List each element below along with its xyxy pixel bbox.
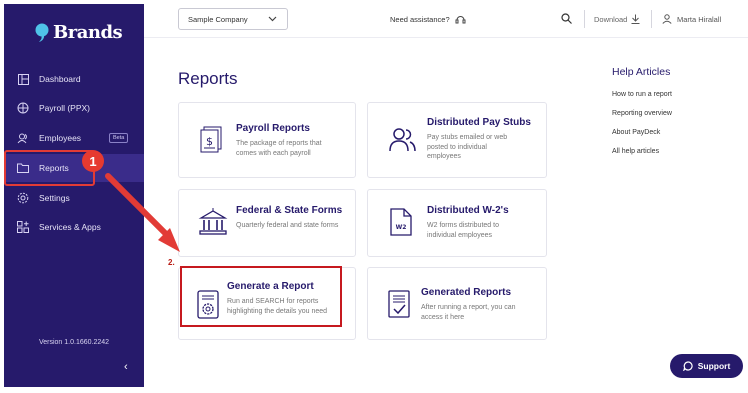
help-link[interactable]: All help articles [612,148,659,155]
annotation-highlight-generate-report [180,266,342,327]
header-divider [651,10,652,28]
help-link[interactable]: Reporting overview [612,110,672,117]
user-menu[interactable]: Marta Hiralall [662,14,721,24]
card-title: Payroll Reports [236,123,310,134]
collapse-sidebar-icon[interactable]: ‹ [124,361,128,373]
card-description: Pay stubs emailed or web posted to indiv… [427,134,508,160]
w2-icon-text: W2 [396,224,407,231]
support-label: Support [697,361,731,371]
header-divider [584,10,585,28]
government-building-icon [198,208,228,235]
card-title: Generated Reports [421,287,512,298]
payroll-reports-icon: $ [200,126,222,153]
card-title: Distributed Pay Stubs [427,117,531,128]
card-payroll-reports[interactable]: $ Payroll Reports The package of reports… [178,102,356,178]
card-distributed-w2s[interactable]: W2 Distributed W-2's W2 forms distribute… [367,189,547,257]
need-assistance-link[interactable]: Need assistance? [390,14,466,25]
download-button[interactable]: Download [594,14,640,24]
card-title: Distributed W-2's [427,205,509,216]
annotation-arrow-icon [105,173,180,252]
card-generated-reports[interactable]: Generated Reports After running a report… [367,267,547,340]
chat-bubble-icon [682,361,693,371]
support-button[interactable]: Support [670,354,743,378]
card-description: W2 forms distributed to individual emplo… [427,222,499,239]
download-label: Download [594,14,628,24]
search-icon[interactable] [561,13,572,24]
report-check-icon [388,290,410,318]
need-assistance-label: Need assistance? [390,15,450,24]
w2-document-icon: W2 [390,208,412,236]
help-articles-title: Help Articles [612,66,671,78]
header-divider-line [144,37,748,38]
user-name: Marta Hiralall [677,14,722,24]
help-link[interactable]: How to run a report [612,91,672,98]
help-link[interactable]: About PayDeck [612,129,660,136]
card-description: After running a report, you can access i… [421,304,516,321]
user-icon [662,14,672,24]
card-description: Quarterly federal and state forms [236,222,339,229]
card-distributed-pay-stubs[interactable]: Distributed Pay Stubs Pay stubs emailed … [367,102,547,178]
card-federal-state-forms[interactable]: Federal & State Forms Quarterly federal … [178,189,356,257]
headset-icon [455,16,466,24]
version-text: Version 1.0.1660.2242 [38,339,110,346]
people-icon [389,128,416,152]
annotation-step-2: 2. [168,258,175,267]
download-icon [631,14,640,24]
chevron-down-icon [268,16,277,22]
card-title: Federal & State Forms [236,205,343,216]
card-description: The package of reports that comes with e… [236,140,322,157]
svg-text:$: $ [206,135,213,148]
